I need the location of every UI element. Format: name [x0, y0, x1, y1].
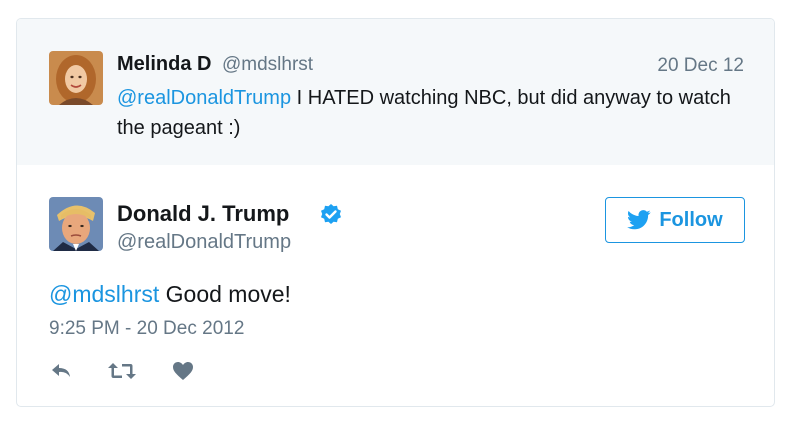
tweet-actions — [49, 359, 195, 383]
twitter-bird-icon — [627, 210, 651, 230]
parent-date[interactable]: 20 Dec 12 — [657, 55, 744, 77]
embedded-tweet-card: Melinda D @mdslhrst 20 Dec 12 @realDonal… — [16, 18, 775, 407]
main-avatar[interactable] — [49, 197, 103, 251]
parent-tweet-text: @realDonaldTrump I HATED watching NBC, b… — [117, 83, 737, 143]
follow-button-label: Follow — [659, 208, 723, 231]
reply-icon[interactable] — [49, 359, 73, 383]
heart-icon[interactable] — [171, 359, 195, 383]
follow-button[interactable]: Follow — [605, 197, 745, 243]
verified-badge-icon — [321, 204, 341, 224]
retweet-icon[interactable] — [107, 359, 137, 383]
main-timestamp[interactable]: 9:25 PM - 20 Dec 2012 — [49, 318, 244, 340]
main-tweet-text: @mdslhrst Good move! — [49, 281, 291, 308]
parent-avatar[interactable] — [49, 51, 103, 105]
main-author-handle[interactable]: @realDonaldTrump — [117, 231, 291, 254]
main-text-body: Good move! — [159, 281, 291, 307]
parent-mention-link[interactable]: @realDonaldTrump — [117, 87, 291, 109]
main-mention-link[interactable]: @mdslhrst — [49, 281, 159, 307]
parent-author-name[interactable]: Melinda D — [117, 53, 211, 76]
main-author-name[interactable]: Donald J. Trump — [117, 201, 289, 227]
parent-tweet: Melinda D @mdslhrst 20 Dec 12 @realDonal… — [17, 19, 774, 165]
parent-author-handle[interactable]: @mdslhrst — [222, 54, 313, 76]
